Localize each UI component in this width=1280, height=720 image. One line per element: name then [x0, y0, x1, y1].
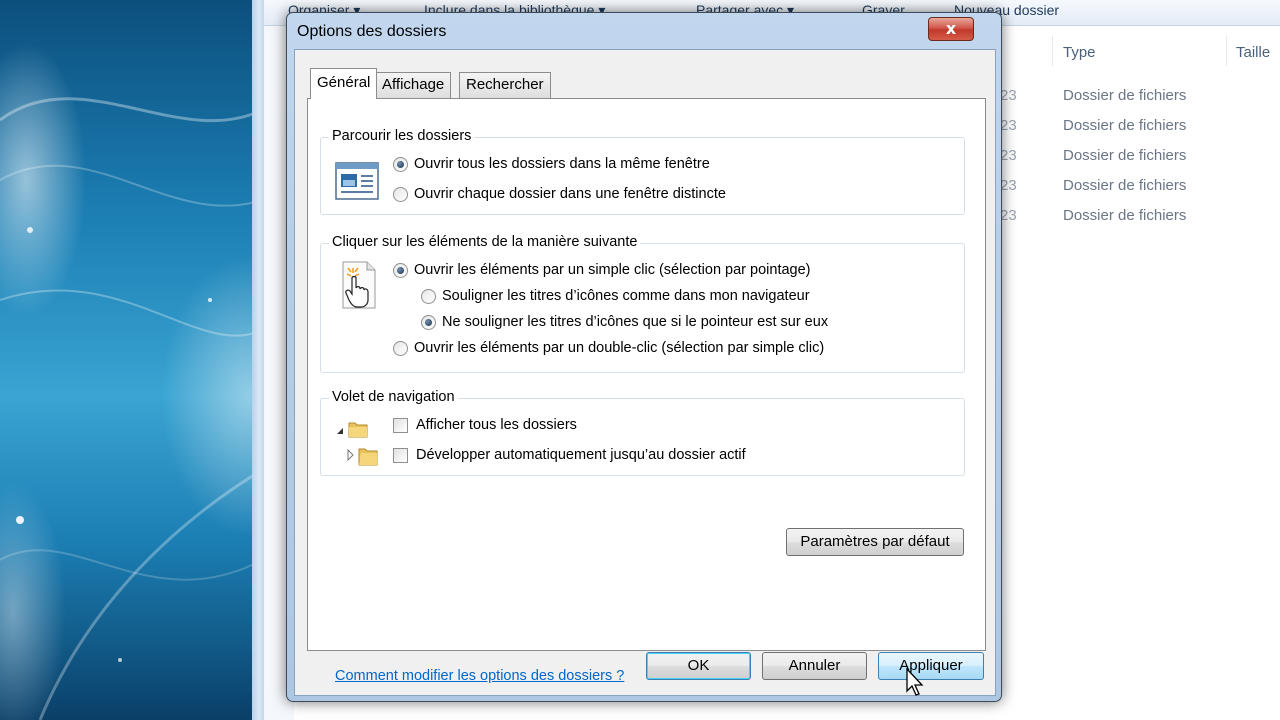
radio-button[interactable]: [421, 314, 436, 330]
radio-underline-hover[interactable]: Ne souligner les titres d’icônes que si …: [421, 314, 828, 330]
radio-double-click[interactable]: Ouvrir les éléments par un double-clic (…: [393, 340, 824, 356]
list-item[interactable]: 23 Dossier de fichiers: [1000, 82, 1280, 112]
group-title: Cliquer sur les éléments de la manière s…: [329, 234, 641, 250]
group-browse-folders: Parcourir les dossiers Ouvrir tous les d…: [320, 128, 965, 215]
list-item[interactable]: 23 Dossier de fichiers: [1000, 202, 1280, 232]
column-separator[interactable]: [1052, 36, 1053, 66]
explorer-frame: [252, 0, 264, 720]
column-header: Type Taille: [1000, 36, 1280, 72]
tab-view[interactable]: Affichage: [375, 72, 452, 98]
list-item[interactable]: 23 Dossier de fichiers: [1000, 112, 1280, 142]
checkbox-auto-expand[interactable]: Développer automatiquement jusqu’au doss…: [393, 447, 746, 463]
folder-options-dialog: Options des dossiers x Général Affichage…: [286, 12, 1002, 702]
item-type: Dossier de fichiers: [1063, 87, 1187, 104]
radio-label: Ouvrir chaque dossier dans une fenêtre d…: [414, 186, 726, 202]
radio-label: Ouvrir les éléments par un double-clic (…: [414, 340, 825, 356]
radio-button[interactable]: [393, 340, 408, 356]
item-date: 23: [1000, 147, 1017, 164]
apply-button[interactable]: Appliquer: [878, 652, 984, 680]
checkbox-label: Afficher tous les dossiers: [416, 417, 577, 433]
dialog-client-area: Général Affichage Rechercher Parcourir l…: [294, 49, 996, 696]
radio-button[interactable]: [393, 186, 408, 202]
item-date: 23: [1000, 87, 1017, 104]
radio-separate-window[interactable]: Ouvrir chaque dossier dans une fenêtre d…: [393, 186, 726, 202]
dialog-title: Options des dossiers: [297, 23, 447, 40]
radio-label: Souligner les titres d’icônes comme dans…: [442, 288, 810, 304]
list-item[interactable]: 23 Dossier de fichiers: [1000, 142, 1280, 172]
desktop-wallpaper: [0, 0, 262, 720]
radio-button[interactable]: [421, 288, 436, 304]
column-separator[interactable]: [1226, 36, 1227, 66]
checkbox-label: Développer automatiquement jusqu’au doss…: [416, 447, 746, 463]
expanded-folder-icon: [335, 419, 369, 443]
list-item[interactable]: 23 Dossier de fichiers: [1000, 172, 1280, 202]
item-type: Dossier de fichiers: [1063, 177, 1187, 194]
group-navigation-pane: Volet de navigation Afficher tous les do…: [320, 389, 965, 476]
help-link[interactable]: Comment modifier les options des dossier…: [335, 668, 624, 684]
hand-pointer-icon: [339, 260, 379, 314]
item-type: Dossier de fichiers: [1063, 147, 1187, 164]
group-title: Parcourir les dossiers: [329, 128, 475, 144]
item-type: Dossier de fichiers: [1063, 207, 1187, 224]
radio-button[interactable]: [393, 156, 408, 172]
file-list: 23 Dossier de fichiers 23 Dossier de fichi…: [1000, 82, 1280, 232]
radio-underline-always[interactable]: Souligner les titres d’icônes comme dans…: [421, 288, 810, 304]
group-title: Volet de navigation: [329, 389, 458, 405]
tab-general[interactable]: Général: [310, 68, 378, 99]
checkbox-show-all-folders[interactable]: Afficher tous les dossiers: [393, 417, 577, 433]
close-icon: x: [945, 19, 957, 38]
radio-same-window[interactable]: Ouvrir tous les dossiers dans la même fe…: [393, 156, 710, 172]
item-date: 23: [1000, 117, 1017, 134]
checkbox[interactable]: [393, 417, 408, 433]
item-date: 23: [1000, 207, 1017, 224]
group-click-items: Cliquer sur les éléments de la manière s…: [320, 234, 965, 373]
tab-search[interactable]: Rechercher: [459, 72, 551, 98]
radio-label: Ouvrir tous les dossiers dans la même fe…: [414, 156, 710, 172]
item-type: Dossier de fichiers: [1063, 117, 1187, 134]
window-icon: [335, 162, 379, 204]
column-size[interactable]: Taille: [1236, 44, 1270, 61]
mouse-cursor-icon: [906, 667, 926, 702]
collapsed-folder-icon: [345, 445, 379, 471]
radio-label: Ne souligner les titres d’icônes que si …: [442, 314, 829, 330]
radio-label: Ouvrir les éléments par un simple clic (…: [414, 262, 811, 278]
column-type[interactable]: Type: [1063, 44, 1096, 61]
item-date: 23: [1000, 177, 1017, 194]
close-button[interactable]: x: [928, 17, 974, 41]
tab-panel-general: Parcourir les dossiers Ouvrir tous les d…: [307, 98, 986, 684]
restore-defaults-button[interactable]: Paramètres par défaut: [786, 528, 964, 556]
ok-button[interactable]: OK: [646, 652, 751, 680]
radio-single-click[interactable]: Ouvrir les éléments par un simple clic (…: [393, 262, 811, 278]
checkbox[interactable]: [393, 447, 408, 463]
radio-button[interactable]: [393, 262, 408, 278]
cancel-button[interactable]: Annuler: [762, 652, 867, 680]
